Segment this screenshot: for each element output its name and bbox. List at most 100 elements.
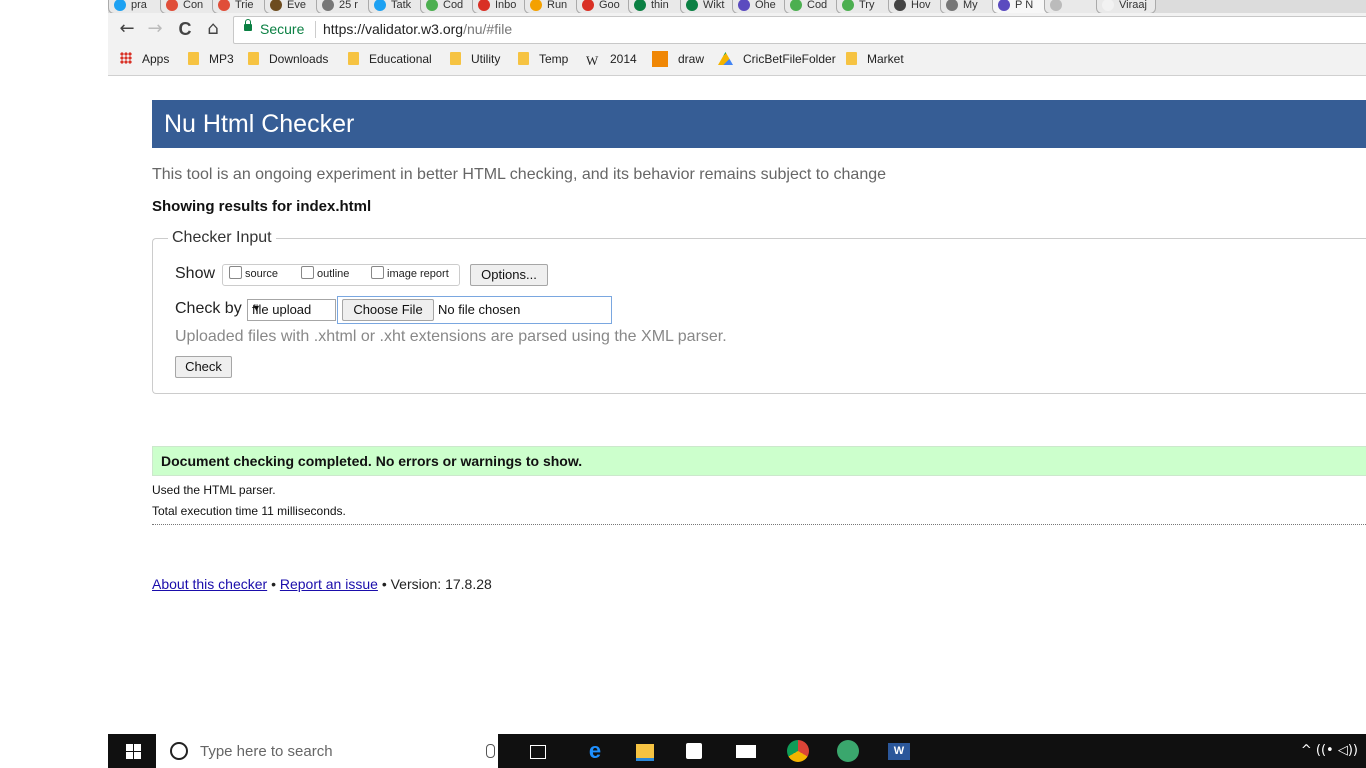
bookmark-2014[interactable]: W 2014	[586, 51, 637, 69]
tab-label: Try	[859, 0, 875, 11]
tab-label: My	[963, 0, 978, 11]
taskbar-search-placeholder: Type here to search	[200, 743, 333, 760]
browser-tab[interactable]: Cod	[784, 0, 844, 13]
folder-icon	[518, 52, 529, 65]
cortana-icon	[170, 742, 188, 760]
xml-parser-hint: Uploaded files with .xhtml or .xht exten…	[175, 328, 727, 345]
draw-icon	[652, 51, 668, 67]
outline-checkbox[interactable]	[301, 266, 314, 279]
tab-favicon-icon	[478, 0, 490, 11]
back-button[interactable]: ←	[116, 17, 138, 41]
browser-chrome: pra Con Trie Eve 25 r Tatk Cod Inbo Run Goo thin Wi…	[108, 0, 1366, 76]
tab-favicon-icon	[998, 0, 1010, 11]
tab-label: Cod	[443, 0, 464, 11]
image-report-checkbox[interactable]	[371, 266, 384, 279]
browser-tab[interactable]: 25 r	[316, 0, 376, 13]
tab-favicon-icon	[322, 0, 334, 11]
choose-file-button[interactable]: Choose File	[342, 299, 434, 321]
browser-tab[interactable]: Inbo	[472, 0, 532, 13]
tab-label: Run	[547, 0, 568, 11]
desktop-edge	[0, 0, 108, 768]
browser-tab[interactable]: My	[940, 0, 1000, 13]
browser-tab[interactable]: Tatk	[368, 0, 428, 13]
url-text[interactable]: https://validator.w3.org/nu/#file	[323, 21, 512, 37]
tab-favicon-icon	[1102, 0, 1114, 11]
browser-tab[interactable]: Run	[524, 0, 584, 13]
chrome-icon[interactable]	[787, 740, 809, 762]
windows-start-icon[interactable]	[126, 744, 141, 759]
app-icon[interactable]	[837, 740, 859, 762]
browser-tab[interactable]: Cod	[420, 0, 480, 13]
microphone-icon[interactable]	[486, 744, 495, 758]
bookmark-draw[interactable]: draw	[652, 51, 704, 69]
bookmark-utility[interactable]: Utility	[450, 51, 500, 69]
footer: About this checker • Report an issue • V…	[152, 576, 492, 592]
tab-strip: pra Con Trie Eve 25 r Tatk Cod Inbo Run Goo thin Wi…	[108, 0, 1366, 13]
word-icon[interactable]: W	[888, 743, 910, 760]
tab-favicon-icon	[842, 0, 854, 11]
tab-favicon-icon	[634, 0, 646, 11]
url-host: https://validator.w3.org	[323, 21, 464, 37]
system-tray[interactable]: ^ ((• ◁))	[1301, 743, 1358, 758]
bookmark-market[interactable]: Market	[846, 51, 904, 69]
browser-tab[interactable]: pra	[108, 0, 168, 13]
browser-tab[interactable]: Try	[836, 0, 896, 13]
address-bar[interactable]: Secure https://validator.w3.org/nu/#file	[233, 16, 1366, 44]
image-report-checkbox-label: image report	[387, 268, 449, 280]
folder-icon	[450, 52, 461, 65]
check-button[interactable]: Check	[175, 356, 232, 378]
browser-tab[interactable]: thin	[628, 0, 688, 13]
task-view-icon[interactable]	[530, 745, 546, 759]
tab-label: P N	[1015, 0, 1034, 11]
home-button[interactable]: ⌂	[202, 17, 224, 41]
browser-tab[interactable]: Ohe	[732, 0, 792, 13]
browser-tab[interactable]	[1044, 0, 1104, 13]
bookmark-label: CricBetFileFolder	[743, 52, 836, 66]
version-text: Version: 17.8.28	[390, 576, 492, 592]
tab-favicon-icon	[218, 0, 230, 11]
drive-icon	[718, 52, 733, 65]
about-checker-link[interactable]: About this checker	[152, 576, 267, 592]
tab-favicon-icon	[582, 0, 594, 11]
options-button[interactable]: Options...	[470, 264, 548, 286]
mail-icon[interactable]	[736, 745, 756, 758]
browser-tab[interactable]: P N	[992, 0, 1052, 13]
checker-input-legend: Checker Input	[168, 229, 276, 247]
folder-icon	[846, 52, 857, 65]
folder-icon	[188, 52, 199, 65]
reload-button[interactable]: C	[174, 17, 196, 41]
browser-tab[interactable]: Wikt	[680, 0, 740, 13]
bookmark-label: Utility	[471, 52, 501, 66]
edge-icon[interactable]: e	[584, 740, 606, 762]
bookmark-educational[interactable]: Educational	[348, 51, 432, 69]
taskbar: Type here to search e W ^ ((• ◁))	[108, 734, 1366, 768]
footer-separator: •	[381, 576, 387, 592]
source-checkbox[interactable]	[229, 266, 242, 279]
tab-label: Tatk	[391, 0, 412, 11]
browser-tab[interactable]: Hov	[888, 0, 948, 13]
bookmark-temp[interactable]: Temp	[518, 51, 568, 69]
browser-tab[interactable]: Con	[160, 0, 220, 13]
file-explorer-icon[interactable]	[636, 744, 654, 761]
forward-button[interactable]: →	[144, 17, 166, 41]
check-by-select[interactable]: file upload ▼	[247, 299, 336, 321]
store-icon[interactable]	[686, 743, 702, 759]
browser-tab[interactable]: Eve	[264, 0, 324, 13]
browser-tab[interactable]: Goo	[576, 0, 636, 13]
tab-favicon-icon	[270, 0, 282, 11]
taskbar-search-box[interactable]: Type here to search	[156, 734, 498, 768]
lock-icon	[244, 19, 252, 31]
tab-label: pra	[131, 0, 147, 11]
bookmark-label: 2014	[610, 52, 637, 66]
page-title: Nu Html Checker	[164, 110, 355, 138]
bookmark-cricbetfilefolder[interactable]: CricBetFileFolder	[718, 51, 836, 69]
report-issue-link[interactable]: Report an issue	[280, 576, 378, 592]
bookmark-downloads[interactable]: Downloads	[248, 51, 328, 69]
browser-tab[interactable]: Trie	[212, 0, 272, 13]
bookmark-apps[interactable]: Apps	[120, 51, 169, 69]
tab-favicon-icon	[530, 0, 542, 11]
bookmark-label: Temp	[539, 52, 569, 66]
browser-tab[interactable]: Viraaj	[1096, 0, 1156, 13]
tab-label: thin	[651, 0, 669, 11]
bookmark-mp3[interactable]: MP3	[188, 51, 234, 69]
